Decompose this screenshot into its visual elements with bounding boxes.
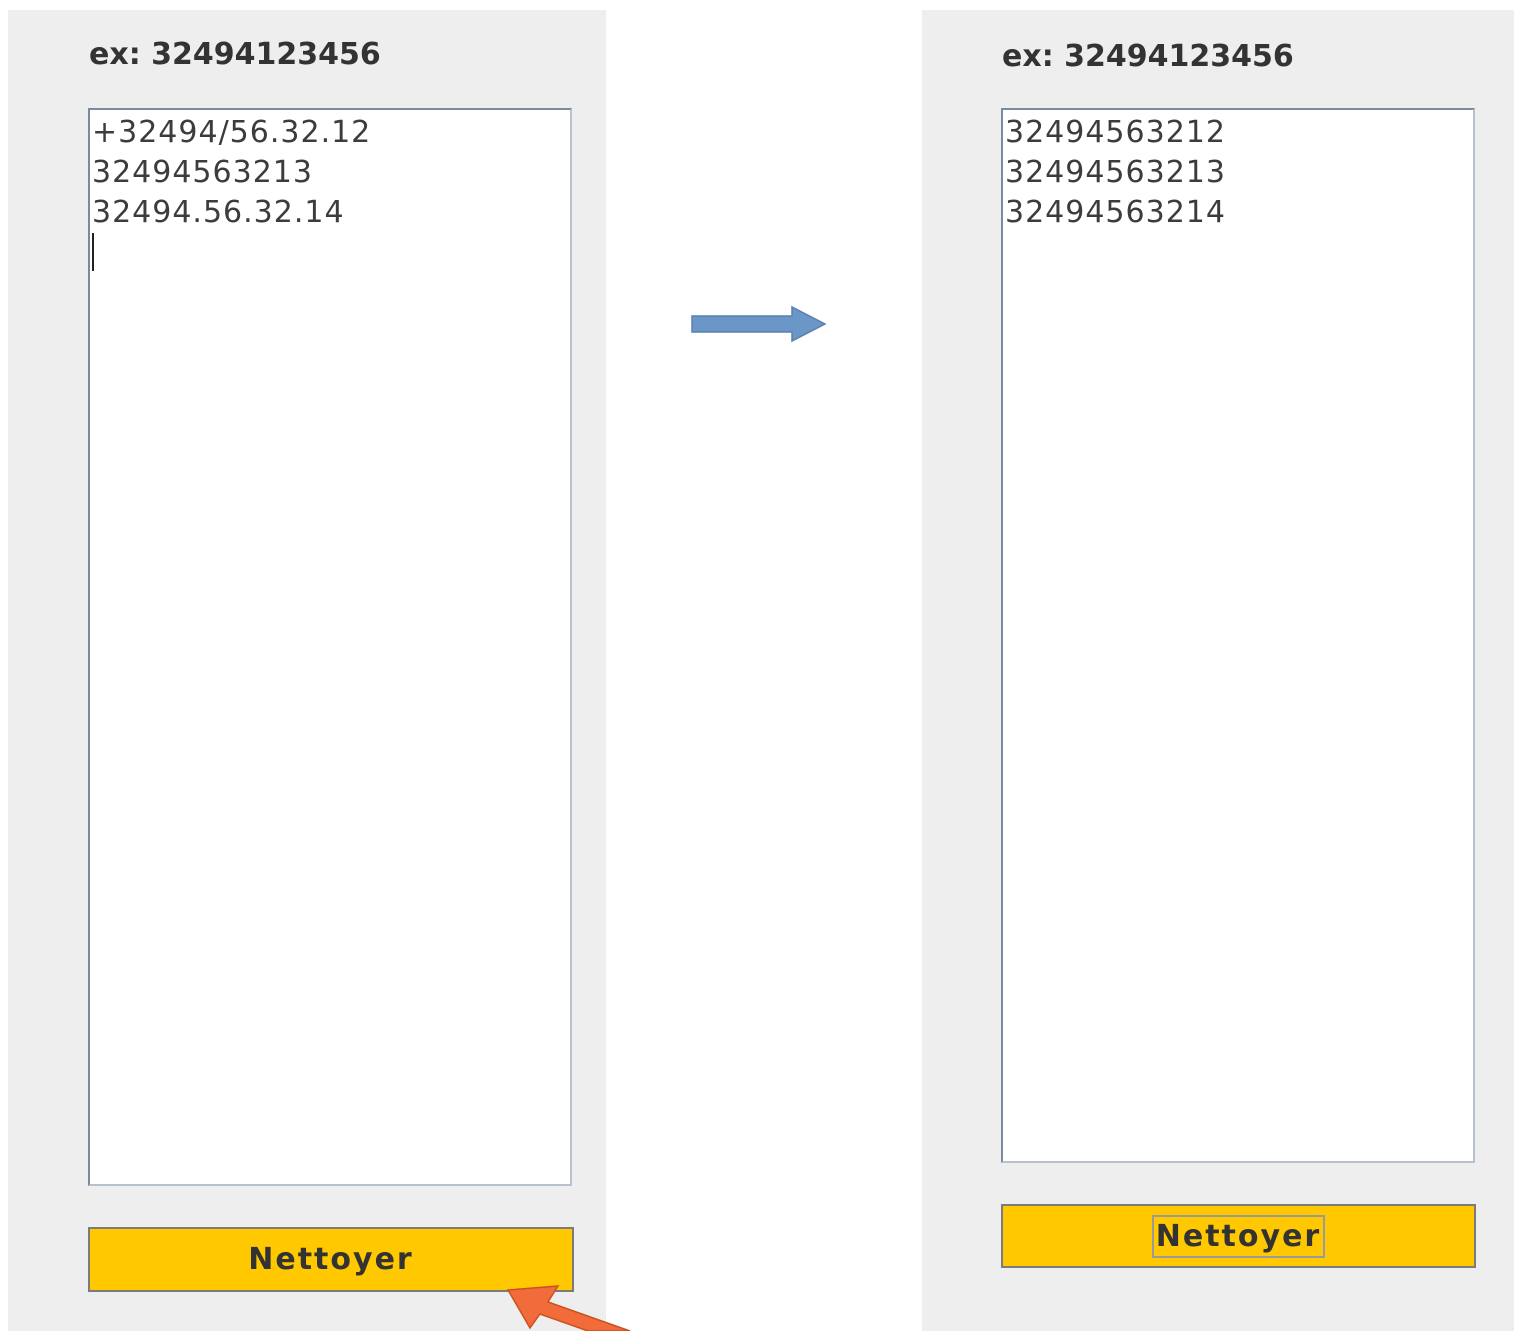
textarea-line: 32494563213: [92, 155, 313, 190]
textarea-line: +32494/56.32.12: [92, 115, 372, 150]
textarea-line: 32494563212: [1005, 115, 1226, 150]
button-label: Nettoyer: [248, 1242, 414, 1277]
format-hint: ex: 32494123456: [1002, 39, 1294, 74]
after-panel: ex: 32494123456 32494563212 32494563213 …: [922, 10, 1514, 1331]
nettoyer-button[interactable]: Nettoyer: [1001, 1204, 1476, 1268]
text-caret: [92, 233, 94, 271]
before-panel: ex: 32494123456 +32494/56.32.12 32494563…: [8, 10, 606, 1331]
pointer-arrow-icon: [506, 1285, 631, 1331]
phone-numbers-textarea[interactable]: 32494563212 32494563213 32494563214: [1001, 108, 1475, 1163]
format-hint: ex: 32494123456: [89, 37, 381, 72]
textarea-line: 32494.56.32.14: [92, 195, 345, 230]
right-arrow-icon: [691, 305, 827, 343]
button-label: Nettoyer: [1151, 1214, 1326, 1258]
textarea-line: 32494563214: [1005, 195, 1226, 230]
textarea-line: 32494563213: [1005, 155, 1226, 190]
phone-numbers-textarea[interactable]: +32494/56.32.12 32494563213 32494.56.32.…: [88, 108, 572, 1186]
